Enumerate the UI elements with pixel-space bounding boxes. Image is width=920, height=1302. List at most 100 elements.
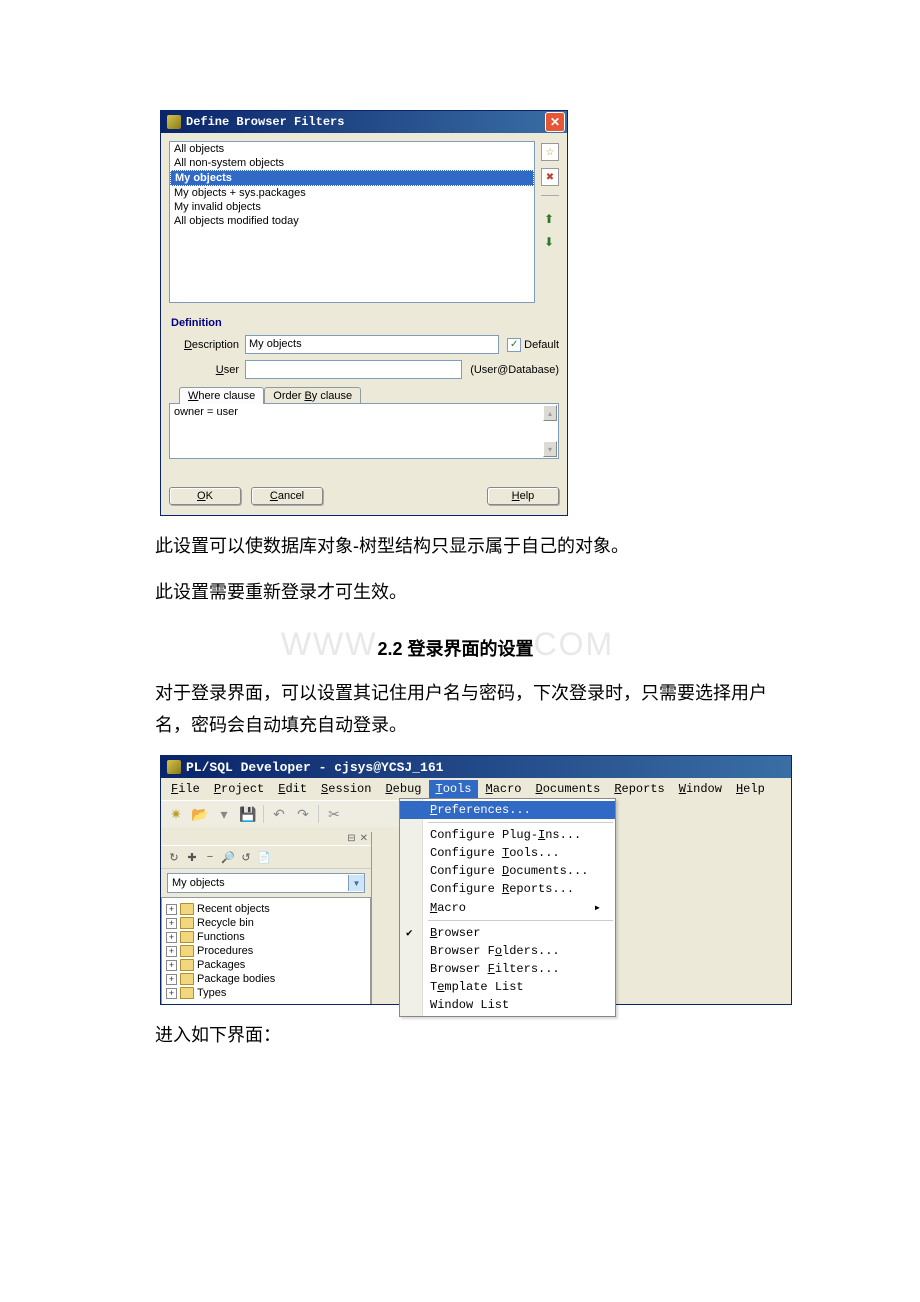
copy-icon[interactable]: 📄	[257, 850, 271, 864]
move-up-icon[interactable]: ⬆	[541, 211, 557, 227]
refresh2-icon[interactable]: ↺	[239, 850, 253, 864]
delete-filter-icon[interactable]: ✖	[541, 168, 559, 186]
filter-item-selected[interactable]: My objects	[170, 170, 534, 186]
folder-icon	[180, 931, 194, 943]
tree-node[interactable]: +Procedures	[164, 944, 368, 958]
tree-node[interactable]: +Functions	[164, 930, 368, 944]
paragraph: 此设置需要重新登录才可生效。	[155, 576, 770, 608]
paragraph: 进入如下界面：	[155, 1019, 770, 1051]
remove-icon[interactable]: −	[203, 850, 217, 864]
tree-node[interactable]: +Recent objects	[164, 902, 368, 916]
save-icon[interactable]: 💾	[239, 805, 257, 823]
chevron-down-icon[interactable]: ▼	[348, 875, 364, 891]
menubar: File Project Edit Session Debug Tools Ma…	[161, 778, 791, 800]
tree-node[interactable]: +Types	[164, 986, 368, 1000]
filter-item[interactable]: My invalid objects	[170, 200, 534, 214]
scroll-down-icon[interactable]: ▾	[543, 441, 557, 457]
menu-browser-filters[interactable]: Browser Filters...	[400, 960, 615, 978]
menu-file[interactable]: File	[165, 780, 206, 798]
watermark: WWW	[281, 626, 378, 662]
cancel-button[interactable]: Cancel	[251, 487, 323, 505]
panel-close-icon[interactable]: ✕	[360, 833, 368, 844]
new-filter-icon[interactable]: ☆	[541, 143, 559, 161]
browser-panel: ⊟ ✕ ↻ ✚ − 🔎 ↺ 📄 My objects ▼ +Recent obj…	[161, 832, 372, 1004]
menu-documents[interactable]: Documents	[530, 780, 607, 798]
menu-help[interactable]: Help	[730, 780, 771, 798]
app-title: PL/SQL Developer - cjsys@YCSJ_161	[186, 760, 443, 775]
menu-session[interactable]: Session	[315, 780, 377, 798]
description-input[interactable]: My objects	[245, 335, 499, 354]
panel-pin-icon[interactable]: ⊟	[347, 833, 355, 844]
help-button[interactable]: Help	[487, 487, 559, 505]
expand-icon[interactable]: +	[166, 946, 177, 957]
user-input[interactable]	[245, 360, 462, 379]
scroll-up-icon[interactable]: ▴	[543, 405, 557, 421]
filter-combo-value: My objects	[168, 877, 348, 889]
menu-macro-submenu[interactable]: Macro▸	[400, 898, 615, 917]
menu-preferences[interactable]: Preferences...	[400, 801, 615, 819]
folder-icon	[180, 903, 194, 915]
filter-item[interactable]: All non-system objects	[170, 156, 534, 170]
where-clause-textarea[interactable]: owner = user ▴ ▾	[169, 403, 559, 459]
default-checkbox[interactable]: ✓	[507, 338, 521, 352]
add-icon[interactable]: ✚	[185, 850, 199, 864]
refresh-icon[interactable]: ↻	[167, 850, 181, 864]
find-icon[interactable]: 🔎	[221, 850, 235, 864]
filter-item[interactable]: All objects	[170, 142, 534, 156]
menu-edit[interactable]: Edit	[272, 780, 313, 798]
tree-node[interactable]: +Packages	[164, 958, 368, 972]
menu-reports[interactable]: Reports	[608, 780, 670, 798]
filter-combo[interactable]: My objects ▼	[167, 873, 365, 893]
menu-browser-folders[interactable]: Browser Folders...	[400, 942, 615, 960]
tree-node[interactable]: +Package bodies	[164, 972, 368, 986]
default-label: Default	[524, 339, 559, 351]
object-tree[interactable]: +Recent objects +Recycle bin +Functions …	[161, 897, 371, 1004]
check-icon: ✔	[406, 926, 413, 940]
open-icon[interactable]: 📂	[191, 805, 209, 823]
folder-icon	[180, 917, 194, 929]
dropdown-icon[interactable]: ▾	[215, 805, 233, 823]
app-titlebar: PL/SQL Developer - cjsys@YCSJ_161	[161, 756, 791, 778]
bulb-icon[interactable]: ✷	[167, 805, 185, 823]
dialog-title: Define Browser Filters	[186, 115, 344, 129]
submenu-arrow-icon: ▸	[594, 900, 601, 915]
app-icon	[167, 115, 181, 129]
menu-template-list[interactable]: Template List	[400, 978, 615, 996]
definition-label: Definition	[171, 317, 559, 329]
expand-icon[interactable]: +	[166, 918, 177, 929]
expand-icon[interactable]: +	[166, 974, 177, 985]
paragraph: 此设置可以使数据库对象-树型结构只显示属于自己的对象。	[155, 530, 770, 562]
menu-configure-tools[interactable]: Configure Tools...	[400, 844, 615, 862]
close-icon[interactable]: ✕	[545, 112, 565, 132]
expand-icon[interactable]: +	[166, 960, 177, 971]
expand-icon[interactable]: +	[166, 988, 177, 999]
filter-item[interactable]: All objects modified today	[170, 214, 534, 228]
tree-node[interactable]: +Recycle bin	[164, 916, 368, 930]
watermark: COM	[534, 626, 615, 662]
filter-list[interactable]: All objects All non-system objects My ob…	[169, 141, 535, 303]
menu-macro[interactable]: Macro	[480, 780, 528, 798]
user-db-hint: (User@Database)	[470, 364, 559, 376]
menu-window-list[interactable]: Window List	[400, 996, 615, 1014]
menu-configure-documents[interactable]: Configure Documents...	[400, 862, 615, 880]
ok-button[interactable]: OK	[169, 487, 241, 505]
menu-browser-toggle[interactable]: ✔Browser	[400, 924, 615, 942]
tab-order-by-clause[interactable]: Order By clause	[264, 387, 361, 404]
cut-icon[interactable]: ✂	[325, 805, 343, 823]
expand-icon[interactable]: +	[166, 904, 177, 915]
filter-item[interactable]: My objects + sys.packages	[170, 186, 534, 200]
undo-icon[interactable]: ↶	[270, 805, 288, 823]
menu-window[interactable]: Window	[673, 780, 728, 798]
menu-debug[interactable]: Debug	[379, 780, 427, 798]
menu-tools[interactable]: Tools	[429, 780, 477, 798]
main-toolbar: ✷ 📂 ▾ 💾 ↶ ↷ ✂	[161, 800, 399, 827]
menu-project[interactable]: Project	[208, 780, 270, 798]
separator	[263, 805, 264, 823]
folder-icon	[180, 959, 194, 971]
expand-icon[interactable]: +	[166, 932, 177, 943]
menu-configure-reports[interactable]: Configure Reports...	[400, 880, 615, 898]
move-down-icon[interactable]: ⬇	[541, 234, 557, 250]
menu-configure-plugins[interactable]: Configure Plug-Ins...	[400, 826, 615, 844]
tab-where-clause[interactable]: Where clause	[179, 387, 264, 404]
redo-icon[interactable]: ↷	[294, 805, 312, 823]
